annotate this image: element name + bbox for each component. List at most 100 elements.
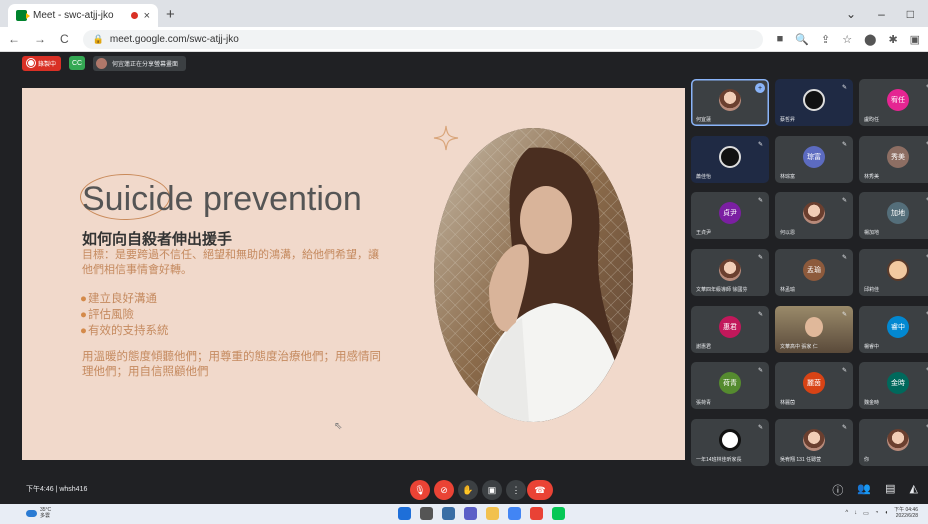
recording-dot-icon: [130, 12, 138, 19]
participant-tile[interactable]: 加地✎楊加地: [859, 192, 928, 239]
more-options-button[interactable]: ⋮: [506, 480, 526, 500]
participant-avatar: 荷青: [719, 372, 741, 395]
mic-muted-icon: ✎: [841, 85, 847, 91]
mic-muted-icon: ✎: [757, 142, 763, 148]
zoom-icon[interactable]: 🔍: [795, 33, 809, 46]
participant-tile[interactable]: 惠君 ✎ 謝惠君: [691, 306, 769, 353]
participant-tile[interactable]: 宥任✎盧昀任: [859, 79, 928, 126]
address-bar[interactable]: 🔒 meet.google.com/swc-atjj-jko: [82, 29, 763, 49]
windows-start-icon[interactable]: [398, 507, 411, 520]
participant-tile[interactable]: + 何宜蓮: [691, 79, 769, 126]
mic-muted-icon: ✎: [757, 368, 763, 374]
forward-button[interactable]: →: [34, 32, 46, 46]
participant-name: 文華高中 張家 仁: [780, 344, 818, 350]
obs-logo-icon: [719, 146, 741, 169]
participant-name: 王貞尹: [696, 230, 712, 236]
pin-icon[interactable]: +: [755, 83, 765, 93]
mic-muted-icon: ✎: [841, 255, 847, 261]
participant-name: 何以恩: [780, 230, 796, 236]
info-icon[interactable]: ⓘ: [832, 482, 843, 498]
participant-tile[interactable]: ✎ 文華四年級導師 徐國芬: [691, 249, 769, 296]
presenting-text: 何宜蓮正在分享螢幕畫面: [112, 61, 179, 68]
activities-icon[interactable]: ◭: [910, 482, 918, 498]
line-icon[interactable]: [552, 507, 565, 520]
browser-toolbar: ← → C 🔒 meet.google.com/swc-atjj-jko ■ 🔍…: [0, 27, 928, 52]
participant-tile[interactable]: 荷青 ✎ 張荷青: [691, 362, 769, 409]
teams-chat-icon[interactable]: [464, 507, 477, 520]
new-tab-button[interactable]: +: [166, 6, 175, 23]
participant-tile[interactable]: ✎邱莉佳: [859, 249, 928, 296]
meet-favicon-icon: [16, 10, 30, 21]
participant-avatar: 睿中: [887, 316, 909, 339]
battery-icon[interactable]: ▭: [863, 510, 869, 517]
camera-indicator-icon[interactable]: ■: [777, 33, 784, 46]
weather-desc: 多雲: [40, 513, 51, 519]
reload-button[interactable]: C: [60, 32, 69, 46]
presenting-banner: 何宜蓮正在分享螢幕畫面: [93, 55, 187, 71]
extensions-puzzle-icon[interactable]: ✱: [888, 33, 897, 46]
search-icon[interactable]: [420, 507, 433, 520]
share-icon[interactable]: ⇪: [821, 33, 830, 46]
woman-photo-image: [434, 128, 633, 422]
clock[interactable]: 下午 04:46 2022/6/28: [894, 507, 918, 519]
chat-icon[interactable]: ▤: [885, 482, 895, 498]
chrome-icon[interactable]: [508, 507, 521, 520]
participant-tile[interactable]: 孟瑜 ✎ 林孟瑜: [775, 249, 853, 296]
meeting-details: 下午4:46 | whsh416: [26, 484, 87, 494]
back-button[interactable]: ←: [8, 32, 20, 46]
participant-tile[interactable]: ✎ 蔡哲昇: [775, 79, 853, 126]
mic-muted-icon: ✎: [841, 312, 847, 318]
meeting-code: whsh416: [59, 486, 88, 493]
leave-call-button[interactable]: ☎: [527, 480, 553, 500]
clock-date: 2022/6/28: [895, 513, 918, 519]
tab-close-button[interactable]: ×: [144, 10, 150, 22]
participant-tile[interactable]: ✎ 蕭佳怡: [691, 136, 769, 183]
weather-widget[interactable]: 35°C 多雲: [26, 507, 51, 519]
camera-off-button[interactable]: ⊘: [434, 480, 454, 500]
mic-off-button[interactable]: 🎙: [410, 480, 430, 500]
participant-avatar: [803, 429, 825, 452]
meet-status-strip: 錄製中 CC 何宜蓮正在分享螢幕畫面: [0, 52, 928, 74]
tab-search-button[interactable]: ⌄: [846, 7, 856, 21]
file-explorer-icon[interactable]: [486, 507, 499, 520]
obs-logo-icon: [803, 89, 825, 112]
tray-chevron-icon[interactable]: ^: [845, 510, 848, 516]
participant-tile[interactable]: 秀美✎林秀美: [859, 136, 928, 183]
participant-tile[interactable]: 麗茵 ✎ 林麗茵: [775, 362, 853, 409]
volume-icon[interactable]: ◖: [884, 510, 888, 516]
participant-tile[interactable]: 金時✎魏金時: [859, 362, 928, 409]
participant-avatar: [887, 429, 909, 452]
task-view-icon[interactable]: [442, 507, 455, 520]
list-item: 有效的支持系統: [80, 323, 169, 339]
participant-tile[interactable]: ✎ 文華高中 張家 仁: [775, 306, 853, 353]
app-icon[interactable]: [530, 507, 543, 520]
extension-icon[interactable]: ⬤: [864, 33, 876, 46]
lock-icon: 🔒: [92, 33, 104, 44]
minimize-button[interactable]: –: [878, 7, 885, 21]
participant-tile[interactable]: ✎ 一年14班林佳昕家長: [691, 419, 769, 466]
participant-name: 一年14班林佳昕家長: [696, 457, 742, 463]
download-icon[interactable]: ↓: [854, 510, 857, 516]
sidepanel-icon[interactable]: ▣: [910, 33, 920, 46]
participant-avatar: 秀美: [887, 146, 909, 169]
participant-name: 張荷青: [696, 400, 712, 406]
participant-avatar: 惠君: [719, 316, 741, 339]
present-screen-button[interactable]: ▣: [482, 480, 502, 500]
participant-name: 蔡哲昇: [780, 117, 796, 123]
wifi-icon[interactable]: ◔: [875, 510, 879, 516]
participant-tile[interactable]: ✎ 吳宥翔 131 任聰萱: [775, 419, 853, 466]
participant-tile[interactable]: 貞尹 ✎ 王貞尹: [691, 192, 769, 239]
bookmark-star-icon[interactable]: ☆: [842, 33, 852, 46]
participant-tile[interactable]: ✎你: [859, 419, 928, 466]
participant-tile[interactable]: 琮富 ✎ 林琮富: [775, 136, 853, 183]
tab-meet[interactable]: Meet - swc-atjj-jko ×: [8, 4, 158, 27]
maximize-button[interactable]: □: [907, 7, 914, 21]
participant-tile[interactable]: ✎ 何以恩: [775, 192, 853, 239]
participant-tile[interactable]: 睿中✎楊睿中: [859, 306, 928, 353]
meet-side-controls: ⓘ 👥 ▤ ◭: [832, 482, 918, 498]
participant-name: 謝惠君: [696, 344, 712, 350]
toolbar-actions: ■ 🔍 ⇪ ☆ ⬤ ✱ ▣ ◍: [777, 33, 928, 46]
raise-hand-button[interactable]: ✋: [458, 480, 478, 500]
slide-title: Suicide prevention: [82, 180, 362, 218]
people-icon[interactable]: 👥: [857, 482, 871, 498]
